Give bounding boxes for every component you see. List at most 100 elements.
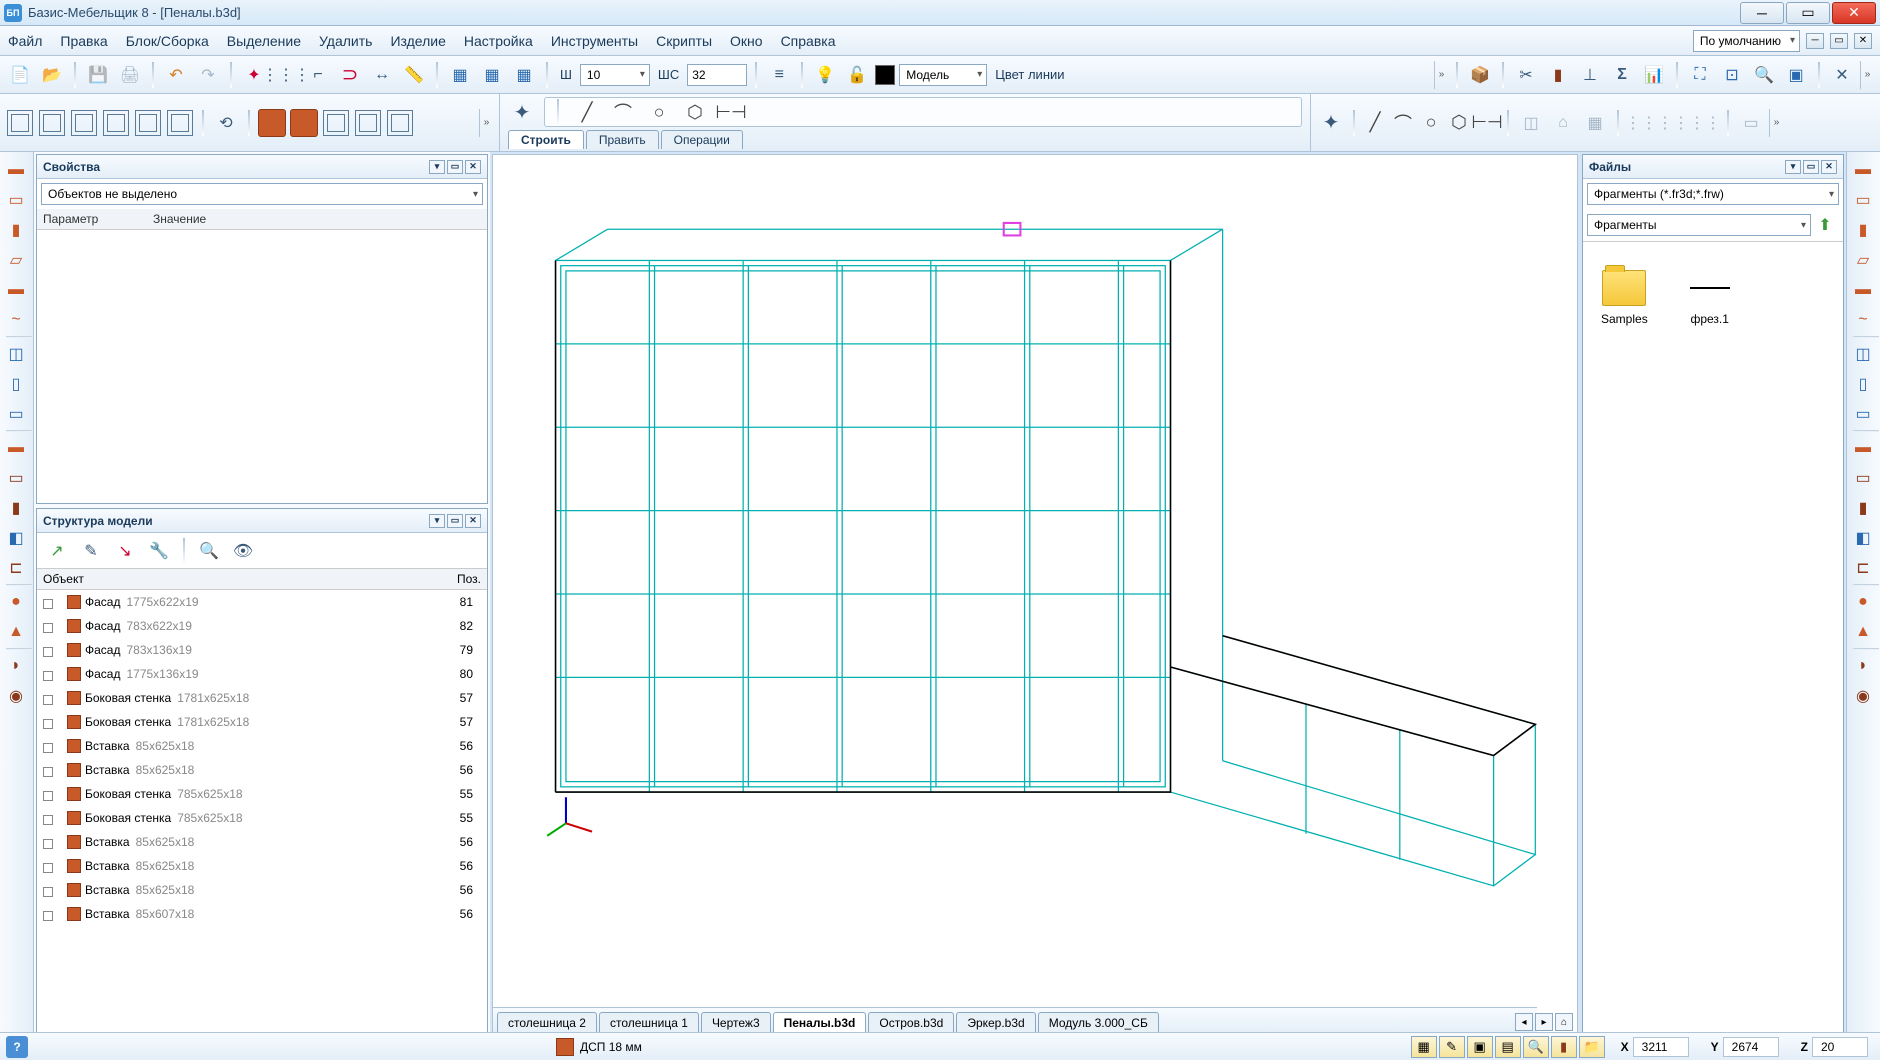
lvt-groove-icon[interactable]: ⊏ [2,554,30,582]
rvt-socket-icon[interactable]: ◉ [1849,682,1877,710]
structure-row[interactable]: Вставка85x625x1856 [37,878,487,902]
width-combo[interactable]: 10 [580,64,650,86]
rvt-edge-icon[interactable]: ▬ [1849,276,1877,304]
view-back-button[interactable] [38,109,66,137]
menu-edit[interactable]: Правка [60,33,107,49]
zoom-fit-button[interactable]: ⛶ [1686,61,1714,89]
menu-window[interactable]: Окно [730,33,763,49]
r-home-button[interactable]: ⌂ [1549,109,1577,137]
lvt-profile-icon[interactable]: ▱ [2,246,30,274]
curve-button[interactable]: ✕ [1828,61,1856,89]
st-btn-4[interactable]: ▤ [1495,1036,1521,1058]
st-btn-3[interactable]: ▣ [1467,1036,1493,1058]
rvt-door-icon[interactable]: ▮ [1849,494,1877,522]
tab-list-button[interactable]: ⌂ [1555,1013,1573,1031]
magnet-button[interactable]: ⊃ [336,61,364,89]
lvt-edge-icon[interactable]: ▬ [2,276,30,304]
assembly2-button[interactable]: ▦ [478,61,506,89]
menu-selection[interactable]: Выделение [227,33,301,49]
lvt-cone-icon[interactable]: ▲ [2,618,30,646]
lvt-shelf-icon[interactable]: ▬ [2,434,30,462]
tab-prev-button[interactable]: ◂ [1515,1013,1533,1031]
snap-button[interactable]: ⌐ [304,61,332,89]
rvt-cone-icon[interactable]: ▲ [1849,618,1877,646]
package-button[interactable]: 📦 [1466,61,1494,89]
toolbar-overflow-2[interactable]: » [1860,61,1874,89]
doc-tab[interactable]: Пеналы.b3d [773,1012,867,1033]
tab-build[interactable]: Строить [508,130,584,149]
lvt-door-icon[interactable]: ▮ [2,494,30,522]
doc-tab[interactable]: столешница 1 [599,1012,699,1033]
structure-restore-button[interactable]: ▭ [447,514,463,528]
rvt-blue2-icon[interactable]: ▯ [1849,370,1877,398]
chart-button[interactable]: 📊 [1640,61,1668,89]
st-remove-button[interactable]: ↘ [111,537,139,565]
menu-file[interactable]: Файл [8,33,42,49]
measure-button[interactable]: ↔ [368,61,396,89]
rvt-sliding-icon[interactable]: ◧ [1849,524,1877,552]
axis3d-icon[interactable]: ✦ [508,98,536,126]
r-ext1-button[interactable]: ▭ [1737,109,1765,137]
lvt-stick-icon[interactable]: ▮ [2,216,30,244]
rvt-blue1-icon[interactable]: ◫ [1849,340,1877,368]
tab-operations[interactable]: Операции [661,130,743,149]
structure-row[interactable]: Боковая стенка785x625x1855 [37,806,487,830]
rotate-button[interactable]: ⟲ [212,109,240,137]
structure-row[interactable]: Вставка85x607x1856 [37,902,487,926]
doc-tab[interactable]: Модуль 3.000_СБ [1038,1012,1159,1033]
model-combo[interactable]: Модель [899,64,987,86]
view-iso-button[interactable] [134,109,162,137]
r-hexagon-button[interactable]: ⬡ [1447,111,1471,135]
properties-selection-combo[interactable]: Объектов не выделено [41,183,483,205]
cut-button[interactable]: ✂ [1512,61,1540,89]
shade2-button[interactable] [290,109,318,137]
structure-row[interactable]: Фасад1775x622x1981 [37,590,487,614]
doc-tab[interactable]: Чертеж3 [701,1012,771,1033]
lvt-socket-icon[interactable]: ◉ [2,682,30,710]
toolbar-overflow[interactable]: » [1434,61,1448,89]
line-button[interactable]: ╱ [575,100,599,124]
file-item-frez[interactable]: фрез.1 [1688,270,1732,326]
rvt-profile-icon[interactable]: ▱ [1849,246,1877,274]
r-grid-button[interactable]: ▦ [1581,109,1609,137]
files-restore-button[interactable]: ▭ [1803,160,1819,174]
properties-menu-button[interactable]: ▾ [429,160,445,174]
doc-tab[interactable]: Остров.b3d [868,1012,954,1033]
arc-button[interactable]: ⌒ [611,100,635,124]
ruler-button[interactable]: 📏 [400,61,428,89]
files-menu-button[interactable]: ▾ [1785,160,1801,174]
st-btn-1[interactable]: ▦ [1411,1036,1437,1058]
menu-scripts[interactable]: Скрипты [656,33,712,49]
files-folder-combo[interactable]: Фрагменты [1587,214,1811,236]
viewport-3d[interactable]: столешница 2столешница 1Чертеж3Пеналы.b3… [492,154,1578,1034]
mdi-restore-button[interactable]: ▭ [1830,33,1848,49]
color-swatch[interactable] [875,65,895,85]
rvt-hinge-icon[interactable]: ◗ [1849,652,1877,680]
mdi-close-button[interactable]: ✕ [1854,33,1872,49]
lvt-sliding-icon[interactable]: ◧ [2,524,30,552]
st-btn-5[interactable]: 🔍 [1523,1036,1549,1058]
rvt-shelf-icon[interactable]: ▬ [1849,434,1877,462]
structure-menu-button[interactable]: ▾ [429,514,445,528]
r-circle-button[interactable]: ○ [1419,111,1443,135]
r-array2-button[interactable]: ⋮⋮ [1659,109,1687,137]
lock-button[interactable]: 🔓 [843,61,871,89]
lvt-board-icon[interactable]: ▭ [2,186,30,214]
structure-row[interactable]: Вставка85x625x1856 [37,734,487,758]
print-button[interactable]: 🖨 [116,61,144,89]
structure-row[interactable]: Фасад1775x136x1980 [37,662,487,686]
menu-tools[interactable]: Инструменты [551,33,638,49]
rvt-curve-icon[interactable]: ~ [1849,306,1877,334]
zoom-window-button[interactable]: ⊡ [1718,61,1746,89]
rvt-board-icon[interactable]: ▭ [1849,186,1877,214]
rvt-panel-icon[interactable]: ▬ [1849,156,1877,184]
rvt-blue3-icon[interactable]: ▭ [1849,400,1877,428]
circle-button[interactable]: ○ [647,100,671,124]
structure-row[interactable]: Вставка85x625x1856 [37,830,487,854]
undo-button[interactable]: ↶ [162,61,190,89]
menu-block[interactable]: Блок/Сборка [126,33,209,49]
r-array3-button[interactable]: ⋮⋮ [1691,109,1719,137]
layout-combo[interactable]: По умолчанию [1693,30,1800,52]
properties-restore-button[interactable]: ▭ [447,160,463,174]
files-up-button[interactable]: ⬆ [1811,211,1839,239]
